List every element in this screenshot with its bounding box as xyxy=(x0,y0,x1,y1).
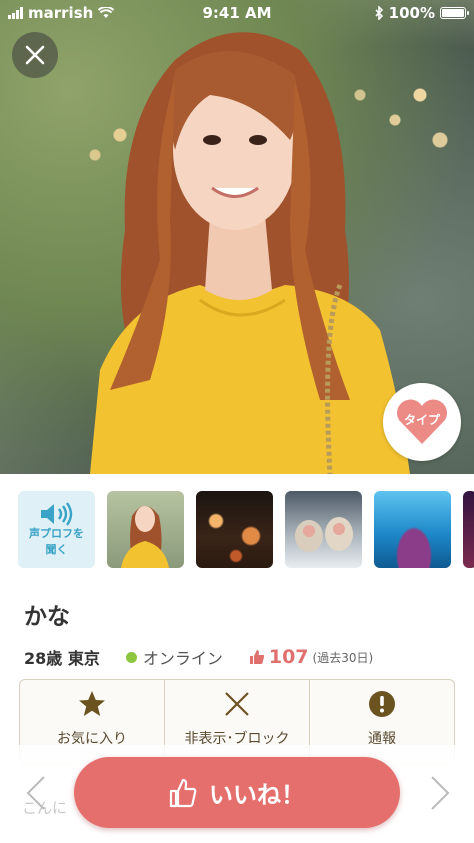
photo-thumbnails: 声プロフを聞く xyxy=(18,491,474,568)
battery-icon xyxy=(440,7,469,19)
like-label: いいね！ xyxy=(209,781,305,809)
thumbnail-photo-5[interactable] xyxy=(463,491,474,568)
status-bar: marrish 9:41 AM 100% xyxy=(0,0,474,26)
bluetooth-icon xyxy=(375,6,383,20)
age-location: 28歳 東京 xyxy=(24,649,100,668)
likes-number: 107 xyxy=(268,646,309,668)
online-dot-icon xyxy=(125,651,137,663)
thumbnail-photo-4[interactable] xyxy=(374,491,451,568)
profile-info: 28歳 東京 オンライン 107 (過去30日) xyxy=(24,645,373,669)
likes-period: (過去30日) xyxy=(312,650,374,665)
exclamation-icon xyxy=(369,691,395,717)
type-button[interactable]: タイプ xyxy=(383,383,461,461)
star-icon xyxy=(79,691,105,716)
thumbs-up-icon xyxy=(169,778,197,807)
like-button[interactable]: いいね！ xyxy=(74,757,400,828)
thumbnail-image xyxy=(121,506,169,568)
voice-profile-label: 声プロフを聞く xyxy=(29,527,84,556)
battery-percent: 100% xyxy=(388,4,435,22)
thumbnail-photo-3[interactable] xyxy=(285,491,362,568)
close-button[interactable] xyxy=(12,32,58,78)
x-icon xyxy=(225,692,249,716)
online-label: オンライン xyxy=(142,649,223,668)
profile-name: かな xyxy=(24,604,70,630)
voice-profile-button[interactable]: 声プロフを聞く xyxy=(18,491,95,568)
online-status: オンライン xyxy=(125,645,223,669)
speaker-icon xyxy=(40,502,72,526)
thumbnail-photo-1[interactable] xyxy=(107,491,184,568)
chevron-right-icon[interactable] xyxy=(424,775,454,811)
thumbnail-image xyxy=(295,517,353,552)
close-icon xyxy=(25,45,45,65)
thumbs-up-icon xyxy=(249,650,264,664)
type-label: タイプ xyxy=(403,413,440,427)
thumbnail-photo-2[interactable] xyxy=(196,491,273,568)
likes-count: 107 (過去30日) xyxy=(249,646,373,668)
chevron-left-icon[interactable] xyxy=(22,775,52,811)
